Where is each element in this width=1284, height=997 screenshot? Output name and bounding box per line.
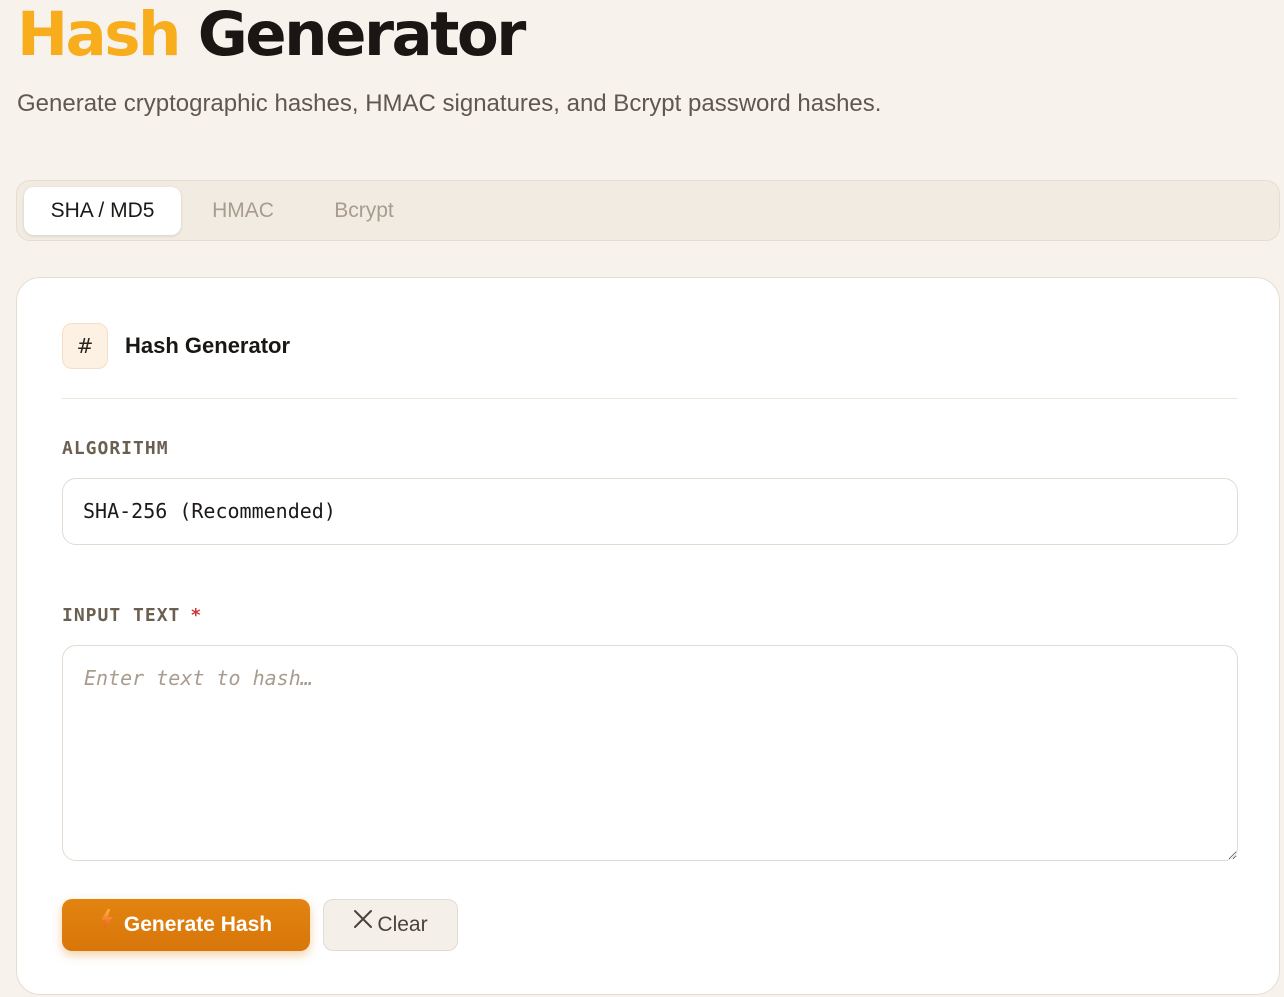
tab-hmac[interactable]: HMAC [187, 187, 299, 235]
input-text-area[interactable] [62, 645, 1238, 861]
input-text-label: INPUT TEXT * [62, 604, 202, 628]
algorithm-select[interactable]: SHA-256 (Recommended) [62, 478, 1238, 545]
hash-generator-card: # Hash Generator ALGORITHM SHA-256 (Reco… [16, 277, 1280, 995]
page-subtitle: Generate cryptographic hashes, HMAC sign… [17, 90, 882, 117]
hash-icon: # [62, 323, 108, 369]
clear-label: Clear [377, 913, 428, 936]
page-title-accent: Hash [17, 0, 181, 70]
required-mark: * [190, 605, 203, 626]
card-divider [62, 398, 1238, 399]
tab-bar: SHA / MD5 HMAC Bcrypt [16, 180, 1280, 241]
generate-hash-button[interactable]: Generate Hash [62, 899, 310, 951]
card-title: Hash Generator [125, 333, 291, 358]
clear-button[interactable]: Clear [323, 899, 458, 951]
tab-sha-md5[interactable]: SHA / MD5 [24, 187, 181, 235]
algorithm-label: ALGORITHM [62, 438, 169, 459]
tab-bcrypt[interactable]: Bcrypt [309, 187, 419, 235]
close-icon [353, 898, 373, 948]
page-title-rest: Generator [197, 0, 527, 70]
bolt-icon [100, 897, 114, 949]
input-text-label-text: INPUT TEXT [62, 605, 181, 626]
page-title: Hash Generator [17, 0, 527, 70]
generate-hash-label: Generate Hash [123, 913, 273, 936]
